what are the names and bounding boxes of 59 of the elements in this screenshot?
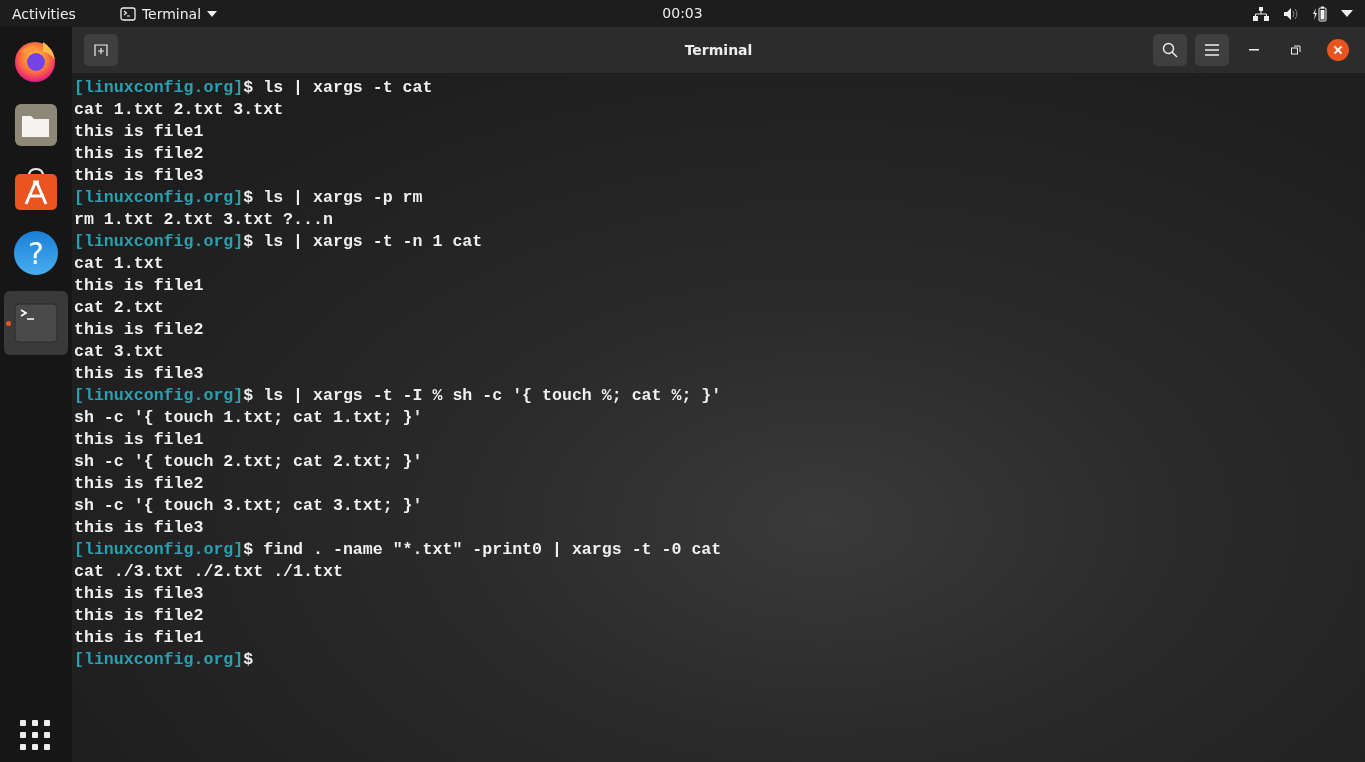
shopping-bag-icon [13, 166, 59, 212]
shell-prompt: [linuxconfig.org] [74, 231, 244, 253]
output-line: this is file2 [74, 473, 204, 495]
app-menu[interactable]: Terminal [119, 5, 218, 22]
output-line: this is file3 [74, 165, 204, 187]
restore-icon [1291, 45, 1301, 55]
window-title: Terminal [684, 42, 753, 58]
terminal-icon [13, 300, 59, 346]
help-icon: ? [14, 231, 58, 275]
output-line: cat 1.txt 2.txt 3.txt [74, 99, 284, 121]
menu-icon [1205, 44, 1219, 56]
output-line: this is file1 [74, 627, 204, 649]
shell-prompt: [linuxconfig.org] [74, 649, 244, 671]
output-line: this is file1 [74, 429, 204, 451]
command-text: $ find . -name "*.txt" -print0 | xargs -t -0 cat [243, 539, 722, 561]
terminal-output[interactable] [72, 74, 1365, 762]
new-tab-icon [94, 43, 108, 57]
search-button[interactable] [1153, 34, 1187, 66]
command-text: $ ls | xargs -t cat [243, 77, 433, 99]
shell-prompt: [linuxconfig.org] [74, 187, 244, 209]
command-text: $ [243, 649, 254, 671]
output-line: this is file1 [74, 121, 204, 143]
command-text: $ ls | xargs -t -n 1 cat [243, 231, 483, 253]
shell-prompt: [linuxconfig.org] [74, 77, 244, 99]
caret-icon [207, 10, 218, 17]
activities-button[interactable]: Activities [12, 5, 76, 22]
command-text: $ ls | xargs -t -I % sh -c '{ touch %; cat %; }' [243, 385, 722, 407]
search-icon [1162, 42, 1178, 58]
output-line: cat 1.txt [74, 253, 164, 275]
minimize-icon [1249, 49, 1259, 51]
output-line: this is file1 [74, 275, 204, 297]
menu-button[interactable] [1195, 34, 1229, 66]
output-line: this is file3 [74, 583, 204, 605]
running-indicator [6, 321, 11, 326]
output-line: cat 3.txt [74, 341, 164, 363]
output-line: this is file2 [74, 605, 204, 627]
caret-icon[interactable] [1341, 10, 1353, 17]
network-icon[interactable] [1253, 6, 1269, 21]
output-line: this is file3 [74, 517, 204, 539]
terminal-icon [119, 6, 136, 21]
output-line: sh -c '{ touch 3.txt; cat 3.txt; }' [74, 495, 423, 517]
folder-icon [13, 102, 59, 148]
battery-icon[interactable] [1313, 5, 1327, 22]
output-line: this is file2 [74, 319, 204, 341]
new-tab-button[interactable] [84, 34, 118, 66]
shell-prompt: [linuxconfig.org] [74, 385, 244, 407]
output-line: this is file3 [74, 363, 204, 385]
volume-icon[interactable] [1283, 6, 1299, 21]
shell-prompt: [linuxconfig.org] [74, 539, 244, 561]
close-icon [1327, 39, 1349, 61]
output-line: cat ./3.txt ./2.txt ./1.txt [74, 561, 343, 583]
output-line: sh -c '{ touch 1.txt; cat 1.txt; }' [74, 407, 423, 429]
output-line: rm 1.txt 2.txt 3.txt ?...n [74, 209, 333, 231]
clock[interactable]: 00:03 [662, 5, 703, 21]
app-grid-icon[interactable] [20, 720, 50, 750]
output-line: this is file2 [74, 143, 204, 165]
output-line: cat 2.txt [74, 297, 164, 319]
command-text: $ ls | xargs -p rm [243, 187, 423, 209]
output-line: sh -c '{ touch 2.txt; cat 2.txt; }' [74, 451, 423, 473]
